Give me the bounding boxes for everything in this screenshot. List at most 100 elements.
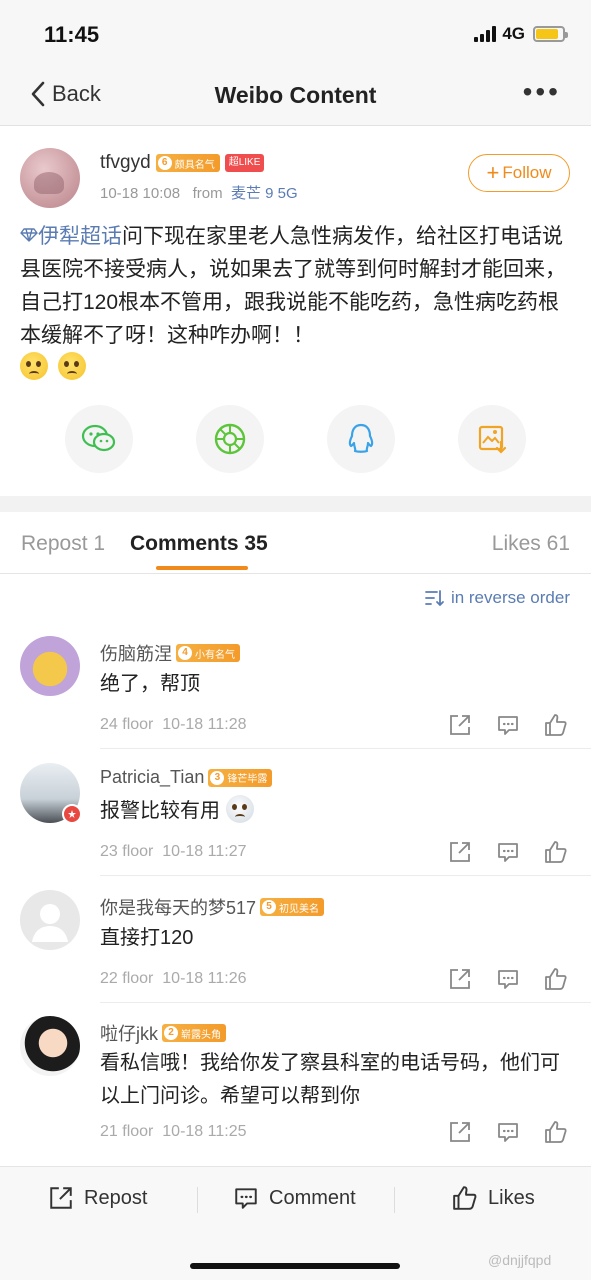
status-icons: 4G xyxy=(474,24,568,44)
level-badge: 5 初见美名 xyxy=(260,898,325,916)
thumbs-up-icon[interactable] xyxy=(544,840,568,864)
thumbs-up-icon[interactable] xyxy=(544,713,568,737)
moments-icon xyxy=(214,423,246,455)
level-badge: 4 小有名气 xyxy=(176,644,240,662)
comment-icon[interactable] xyxy=(496,713,520,737)
share-moments-button[interactable] xyxy=(196,405,264,473)
comment-actions xyxy=(448,713,568,737)
post-source[interactable]: 麦芒 9 5G xyxy=(231,185,298,202)
tabs-divider xyxy=(0,573,591,574)
verified-badge-icon xyxy=(62,804,82,824)
tab-repost[interactable]: Repost 1 xyxy=(21,532,105,556)
repost-icon xyxy=(50,1187,72,1209)
comment-meta: 23 floor 10-18 11:27 xyxy=(100,843,247,860)
repost-button[interactable]: Repost xyxy=(48,1185,147,1211)
page-title: Weibo Content xyxy=(214,82,377,108)
thumbs-up-icon[interactable] xyxy=(544,1120,568,1144)
comment-avatar[interactable] xyxy=(20,890,80,950)
comment-avatar[interactable] xyxy=(20,1016,80,1076)
sad-emoji-icon xyxy=(20,352,48,380)
thumbs-up-icon[interactable] xyxy=(544,967,568,991)
comment-author-row: Patricia_Tian 3 锋芒毕露 xyxy=(100,767,273,788)
comment-author[interactable]: 你是我每天的梦517 xyxy=(100,894,256,920)
sort-order-label: in reverse order xyxy=(450,588,570,607)
battery-icon xyxy=(533,26,568,42)
comment-icon[interactable] xyxy=(496,840,520,864)
signal-icon xyxy=(474,26,497,42)
sad-emoji-icon xyxy=(58,352,86,380)
default-avatar-icon xyxy=(32,904,68,942)
section-divider xyxy=(0,496,591,512)
tab-likes[interactable]: Likes 61 xyxy=(492,532,570,556)
comment-text: 报警比较有用 xyxy=(100,795,572,828)
active-tab-indicator xyxy=(156,566,248,570)
comment-author[interactable]: 啦仔jkk xyxy=(100,1020,158,1046)
more-options-icon[interactable]: ••• xyxy=(523,76,561,108)
level-badge: 3 锋芒毕露 xyxy=(208,768,273,787)
comment-actions xyxy=(448,840,568,864)
home-indicator[interactable] xyxy=(190,1263,400,1269)
comment-author-row: 啦仔jkk 2 崭露头角 xyxy=(100,1020,226,1046)
comment-text: 看私信哦！我给你发了察县科室的电话号码，他们可以上门问诊。希望可以帮到你 xyxy=(100,1052,560,1107)
follow-button[interactable]: + Follow xyxy=(468,154,570,192)
comment-icon[interactable] xyxy=(496,967,520,991)
status-bar: 11:45 4G xyxy=(0,0,591,62)
repost-icon[interactable] xyxy=(448,713,472,737)
comment-divider xyxy=(100,875,591,876)
comment-author-row: 伤脑筋涅 4 小有名气 xyxy=(100,640,240,666)
diamond-icon xyxy=(20,228,38,242)
level-badge: 2 崭露头角 xyxy=(162,1024,226,1042)
comment-divider xyxy=(100,1002,591,1003)
comment-meta: 24 floor 10-18 11:28 xyxy=(100,716,247,733)
comment-author-row: 你是我每天的梦517 5 初见美名 xyxy=(100,894,325,920)
comment-text: 直接打120 xyxy=(100,927,194,949)
author-name[interactable]: tfvgyd xyxy=(100,152,151,174)
comment-label: Comment xyxy=(269,1186,356,1209)
topic-link[interactable]: 伊犁超话 xyxy=(20,225,122,248)
nav-bar: Back Weibo Content ••• xyxy=(0,62,591,126)
share-wechat-button[interactable] xyxy=(65,405,133,473)
comment-text: 绝了，帮顶 xyxy=(100,673,200,695)
post-text: 伊犁超话问下现在家里老人急性病发作，给社区打电话说县医院不接受病人，说如果去了就… xyxy=(20,220,572,352)
bottom-divider xyxy=(197,1187,198,1213)
post-time: 10-18 10:08 xyxy=(100,185,181,202)
repost-icon[interactable] xyxy=(448,1120,472,1144)
qq-icon xyxy=(348,423,374,453)
likes-label: Likes xyxy=(488,1186,535,1209)
likes-button[interactable]: Likes xyxy=(452,1185,535,1211)
level-badge: 6 颇具名气 xyxy=(155,154,220,172)
bottom-divider xyxy=(394,1187,395,1213)
follow-label: Follow xyxy=(502,163,552,182)
author-row: tfvgyd 6 颇具名气 超LIKE xyxy=(100,152,265,174)
comment-icon xyxy=(235,1188,257,1209)
repost-icon[interactable] xyxy=(448,840,472,864)
thumbs-up-icon xyxy=(453,1186,477,1210)
comment-meta: 21 floor 10-18 11:25 xyxy=(100,1123,247,1140)
repost-label: Repost xyxy=(84,1186,148,1209)
comment-avatar[interactable] xyxy=(20,636,80,696)
comment-author[interactable]: Patricia_Tian xyxy=(100,767,204,788)
network-label: 4G xyxy=(502,24,525,43)
post-meta: 10-18 10:08 from 麦芒 9 5G xyxy=(100,182,298,203)
comment-meta: 22 floor 10-18 11:26 xyxy=(100,970,247,987)
comment-actions xyxy=(448,967,568,991)
super-like-badge: 超LIKE xyxy=(224,154,265,172)
sort-icon xyxy=(425,590,444,607)
sort-order-button[interactable]: in reverse order xyxy=(425,588,570,608)
share-qq-button[interactable] xyxy=(327,405,395,473)
comment-icon[interactable] xyxy=(496,1120,520,1144)
save-image-icon xyxy=(478,425,507,454)
emoji-row xyxy=(20,352,86,380)
plus-icon: + xyxy=(486,160,500,185)
wechat-icon xyxy=(81,424,116,452)
author-avatar[interactable] xyxy=(20,148,80,208)
comment-author[interactable]: 伤脑筋涅 xyxy=(100,640,172,666)
from-label: from xyxy=(192,185,223,202)
comment-button[interactable]: Comment xyxy=(233,1185,356,1211)
status-time: 11:45 xyxy=(44,22,100,47)
panda-emoji-icon xyxy=(225,795,254,823)
save-image-button[interactable] xyxy=(458,405,526,473)
repost-icon[interactable] xyxy=(448,967,472,991)
tab-comments[interactable]: Comments 35 xyxy=(130,532,268,556)
comment-divider xyxy=(100,748,591,749)
